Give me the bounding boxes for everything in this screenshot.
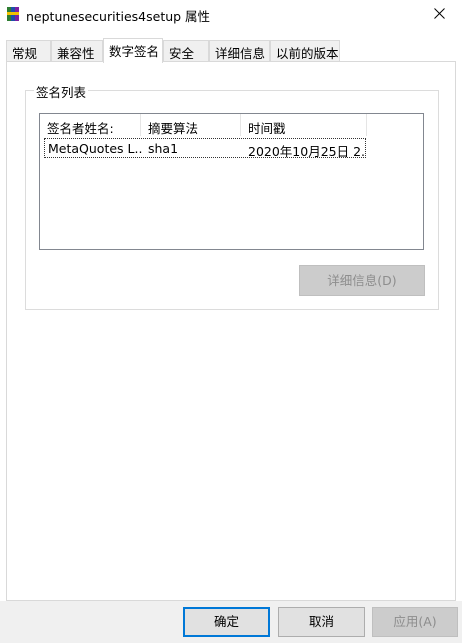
tab-label: 安全 [169,46,195,61]
title-bar: neptunesecurities4setup 属性 [0,0,462,30]
signature-list[interactable]: 签名者姓名: 摘要算法 时间戳 MetaQuotes L... sha1 202… [39,113,424,250]
close-button[interactable] [416,0,462,30]
cell-digest-algorithm: sha1 [148,141,179,156]
window-title: neptunesecurities4setup 属性 [26,9,211,24]
tab-compatibility[interactable]: 兼容性 [51,40,103,62]
close-icon [433,8,445,22]
tab-panel: 签名列表 签名者姓名: 摘要算法 时间戳 MetaQuotes L... sha… [6,61,456,601]
tab-digital-signatures[interactable]: 数字签名 [103,38,163,63]
tab-label: 详细信息 [215,46,266,61]
tab-strip: 常规 兼容性 数字签名 安全 详细信息 以前的版本 [0,38,462,63]
table-row[interactable]: MetaQuotes L... sha1 2020年10月25日 2... [44,138,366,159]
tab-general[interactable]: 常规 [6,40,51,62]
winrar-setup-icon [6,6,20,22]
column-header-digest-algorithm[interactable]: 摘要算法 [141,114,241,136]
tab-label: 常规 [12,46,38,61]
signature-list-group: 签名列表 签名者姓名: 摘要算法 时间戳 MetaQuotes L... sha… [25,82,439,310]
tab-previous-versions[interactable]: 以前的版本 [270,40,340,62]
cell-timestamp: 2020年10月25日 2... [248,144,366,159]
list-header: 签名者姓名: 摘要算法 时间戳 [40,114,423,136]
tab-label: 以前的版本 [276,46,339,61]
column-header-timestamp[interactable]: 时间戳 [241,114,367,136]
ok-button[interactable]: 确定 [183,607,270,637]
cell-signer-name: MetaQuotes L... [48,141,142,156]
apply-button[interactable]: 应用(A) [372,607,458,637]
dialog-footer: 确定 取消 应用(A) [0,601,462,643]
column-header-signer[interactable]: 签名者姓名: [40,114,141,136]
tab-label: 数字签名 [109,44,160,59]
tab-security[interactable]: 安全 [163,40,209,62]
tab-details[interactable]: 详细信息 [209,40,270,62]
tab-label: 兼容性 [57,46,95,61]
details-button[interactable]: 详细信息(D) [299,265,425,296]
cancel-button[interactable]: 取消 [278,607,365,637]
group-label: 签名列表 [34,82,89,101]
